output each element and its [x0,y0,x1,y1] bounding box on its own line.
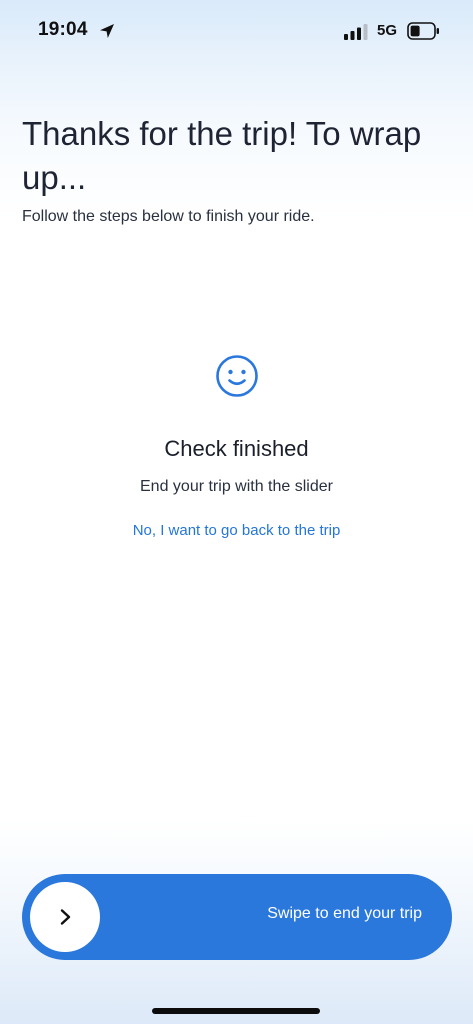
check-finished-subtitle: End your trip with the slider [140,478,333,495]
status-bar: 19:04 5G [0,0,473,62]
battery-icon [407,22,439,40]
status-time: 19:04 [38,19,88,40]
network-type-label: 5G [377,22,398,39]
page-subtitle: Follow the steps below to finish your ri… [22,208,315,225]
page-title: Thanks for the trip! To wrap up... [22,115,422,196]
slider-knob[interactable] [30,882,100,952]
home-indicator [152,1008,320,1014]
chevron-right-icon [60,909,71,925]
smiley-face-icon [216,355,258,397]
end-trip-slider[interactable]: Swipe to end your trip [22,874,452,960]
slider-label: Swipe to end your trip [267,905,422,922]
end-trip-screen: 19:04 5G Thanks for the trip! To wrap up… [0,0,473,1024]
check-finished-title: Check finished [164,436,309,461]
back-to-trip-link[interactable]: No, I want to go back to the trip [0,522,473,539]
location-arrow-icon [100,24,114,38]
signal-bars-icon [344,24,368,40]
